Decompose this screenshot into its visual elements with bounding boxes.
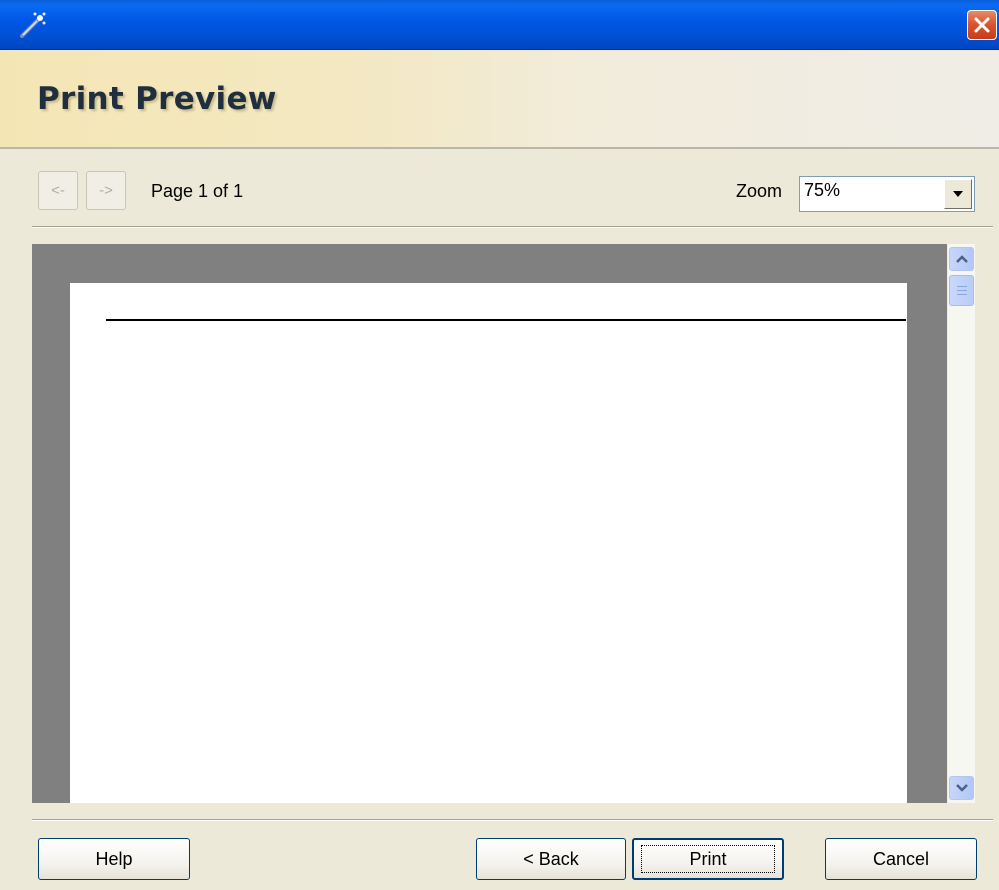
- scroll-down-button[interactable]: [949, 776, 974, 800]
- cancel-button-label: Cancel: [872, 848, 930, 869]
- chevron-down-icon: [953, 191, 963, 197]
- arrow-left-icon: <-: [51, 182, 65, 199]
- close-button[interactable]: [967, 10, 997, 40]
- page-title: Print Preview: [37, 81, 277, 117]
- back-button[interactable]: < Back: [476, 838, 626, 880]
- title-bar: [0, 0, 999, 50]
- zoom-label: Zoom: [736, 181, 783, 201]
- help-button[interactable]: Help: [38, 838, 190, 880]
- chevron-down-icon: [955, 784, 968, 792]
- back-button-label: < Back: [523, 848, 579, 869]
- print-button[interactable]: Print: [632, 838, 784, 880]
- zoom-value: 75%: [804, 180, 841, 200]
- toolbar-divider: [32, 226, 993, 228]
- page-rule-line: [106, 319, 906, 321]
- scroll-up-button[interactable]: [949, 247, 974, 271]
- grip-line: [957, 286, 967, 287]
- cancel-button[interactable]: Cancel: [825, 838, 977, 880]
- previous-page-button[interactable]: <-: [38, 171, 78, 210]
- close-icon: [974, 17, 990, 33]
- next-page-button[interactable]: ->: [86, 171, 126, 210]
- page-indicator: Page 1 of 1: [151, 181, 244, 201]
- focus-ring: [641, 845, 775, 873]
- grip-line: [957, 290, 967, 291]
- help-button-label: Help: [95, 848, 133, 869]
- footer-divider: [32, 819, 993, 821]
- zoom-dropdown-arrow[interactable]: [944, 179, 972, 209]
- wand-icon: [18, 10, 48, 40]
- arrow-right-icon: ->: [99, 182, 113, 199]
- grip-line: [957, 294, 967, 295]
- vertical-scrollbar[interactable]: [947, 244, 975, 803]
- chevron-up-icon: [955, 255, 968, 263]
- zoom-dropdown[interactable]: 75%: [799, 176, 975, 212]
- scroll-thumb[interactable]: [949, 275, 974, 306]
- preview-page: [70, 283, 907, 803]
- preview-area[interactable]: [32, 244, 947, 803]
- header-band: Print Preview: [0, 51, 999, 149]
